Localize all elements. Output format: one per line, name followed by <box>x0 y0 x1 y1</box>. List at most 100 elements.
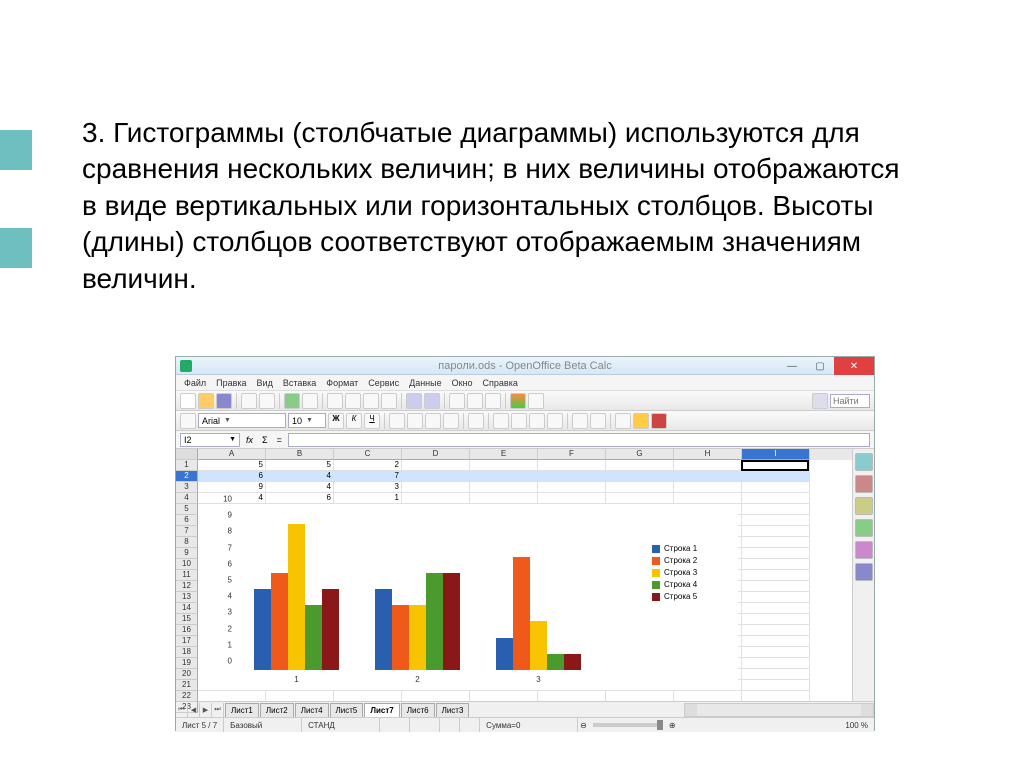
align-center-icon[interactable] <box>407 413 423 429</box>
col-header-C[interactable]: C <box>334 449 402 460</box>
sum-button[interactable]: Σ <box>259 435 271 445</box>
tab-first-icon[interactable]: ⏮ <box>176 703 188 717</box>
row-header-3[interactable]: 3 <box>176 482 198 493</box>
cell[interactable] <box>538 471 606 482</box>
cell[interactable] <box>742 680 810 691</box>
row-header-20[interactable]: 20 <box>176 669 198 680</box>
cell[interactable]: 6 <box>198 471 266 482</box>
row-header-15[interactable]: 15 <box>176 614 198 625</box>
cell[interactable] <box>402 482 470 493</box>
cell[interactable] <box>402 471 470 482</box>
tab-next-icon[interactable]: ▶ <box>200 703 212 717</box>
cell[interactable]: 2 <box>334 460 402 471</box>
datasource-icon[interactable] <box>855 563 873 581</box>
row-header-9[interactable]: 9 <box>176 548 198 559</box>
find-input[interactable] <box>830 394 870 408</box>
cell[interactable]: 4 <box>266 482 334 493</box>
cell[interactable] <box>606 471 674 482</box>
bgcolor-icon[interactable] <box>633 413 649 429</box>
cell[interactable] <box>742 625 810 636</box>
find-icon[interactable] <box>812 393 828 409</box>
menu-view[interactable]: Вид <box>253 378 277 388</box>
cell[interactable] <box>606 482 674 493</box>
cell[interactable] <box>742 559 810 570</box>
cell[interactable]: 4 <box>266 471 334 482</box>
currency-icon[interactable] <box>493 413 509 429</box>
cell[interactable]: 6 <box>266 493 334 504</box>
sheet-tab[interactable]: Лист3 <box>436 703 470 717</box>
row-header-22[interactable]: 22 <box>176 691 198 702</box>
styles-icon[interactable] <box>180 413 196 429</box>
row-header-19[interactable]: 19 <box>176 658 198 669</box>
cell[interactable] <box>674 493 742 504</box>
cell[interactable] <box>470 691 538 701</box>
cell[interactable] <box>538 482 606 493</box>
tab-last-icon[interactable]: ⏭ <box>212 703 224 717</box>
menu-insert[interactable]: Вставка <box>279 378 320 388</box>
sheet-tab[interactable]: Лист6 <box>401 703 435 717</box>
cell[interactable] <box>742 548 810 559</box>
cell[interactable] <box>470 482 538 493</box>
menu-format[interactable]: Формат <box>322 378 362 388</box>
cell[interactable] <box>742 636 810 647</box>
cell[interactable] <box>470 471 538 482</box>
tab-prev-icon[interactable]: ◀ <box>188 703 200 717</box>
menu-tools[interactable]: Сервис <box>364 378 403 388</box>
fx-button[interactable]: fx <box>243 435 256 445</box>
row-header-13[interactable]: 13 <box>176 592 198 603</box>
cell[interactable]: 1 <box>334 493 402 504</box>
cell[interactable] <box>742 581 810 592</box>
gallery-icon[interactable] <box>855 497 873 515</box>
col-header-A[interactable]: A <box>198 449 266 460</box>
corner-cell[interactable] <box>176 449 198 460</box>
menu-edit[interactable]: Правка <box>212 378 250 388</box>
zoom-slider[interactable] <box>593 723 663 727</box>
cell[interactable] <box>606 493 674 504</box>
row-header-5[interactable]: 5 <box>176 504 198 515</box>
cut-icon[interactable] <box>327 393 343 409</box>
bold-button[interactable]: Ж <box>328 413 344 429</box>
col-header-I[interactable]: I <box>742 449 810 460</box>
align-justify-icon[interactable] <box>443 413 459 429</box>
zoom-out-button[interactable]: ⊖ <box>578 721 589 730</box>
horizontal-scrollbar[interactable] <box>684 703 874 717</box>
minimize-button[interactable]: — <box>778 357 806 375</box>
col-header-H[interactable]: H <box>674 449 742 460</box>
cell[interactable] <box>470 493 538 504</box>
cell[interactable]: 9 <box>198 482 266 493</box>
cell[interactable] <box>742 526 810 537</box>
cell[interactable] <box>742 647 810 658</box>
styles-side-icon[interactable] <box>855 475 873 493</box>
col-header-G[interactable]: G <box>606 449 674 460</box>
maximize-button[interactable]: ▢ <box>806 357 834 375</box>
row-header-21[interactable]: 21 <box>176 680 198 691</box>
cell[interactable] <box>742 658 810 669</box>
cell[interactable] <box>674 691 742 701</box>
cell[interactable] <box>334 691 402 701</box>
row-header-2[interactable]: 2 <box>176 471 198 482</box>
sheet-tab[interactable]: Лист1 <box>225 703 259 717</box>
row-header-10[interactable]: 10 <box>176 559 198 570</box>
cell[interactable] <box>402 460 470 471</box>
save-icon[interactable] <box>216 393 232 409</box>
cell[interactable] <box>742 592 810 603</box>
cell[interactable] <box>674 482 742 493</box>
cell[interactable]: 7 <box>334 471 402 482</box>
cell[interactable] <box>266 691 334 701</box>
preview-icon[interactable] <box>259 393 275 409</box>
cell[interactable] <box>606 460 674 471</box>
cell[interactable] <box>742 515 810 526</box>
cell[interactable] <box>538 493 606 504</box>
remove-decimal-icon[interactable] <box>547 413 563 429</box>
redo-icon[interactable] <box>424 393 440 409</box>
merge-cells-icon[interactable] <box>468 413 484 429</box>
cell[interactable] <box>402 691 470 701</box>
sheet-tab[interactable]: Лист2 <box>260 703 294 717</box>
navigator-side-icon[interactable] <box>855 519 873 537</box>
cell[interactable] <box>606 691 674 701</box>
fontcolor-icon[interactable] <box>651 413 667 429</box>
sheet-tab[interactable]: Лист7 <box>364 703 399 717</box>
zoom-in-button[interactable]: ⊕ <box>667 721 678 730</box>
undo-icon[interactable] <box>406 393 422 409</box>
menu-file[interactable]: Файл <box>180 378 210 388</box>
